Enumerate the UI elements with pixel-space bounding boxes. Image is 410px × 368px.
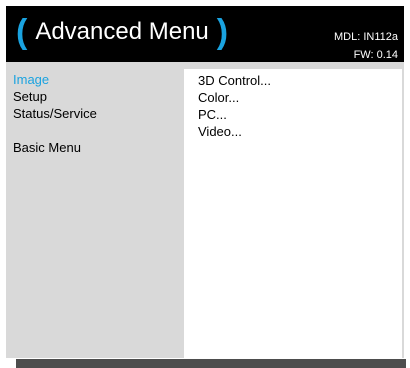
menu-body: Image Setup Status/Service Basic Menu 3D…: [6, 62, 404, 358]
sidebar-item-image[interactable]: Image: [13, 71, 173, 88]
title-paren-left: (: [16, 13, 28, 51]
submenu-item-color[interactable]: Color...: [198, 89, 271, 106]
title-paren-right: ): [216, 13, 229, 51]
menu-drop-shadow: [16, 359, 406, 368]
model-label: MDL: IN112a: [334, 31, 398, 43]
firmware-label: FW: 0.14: [353, 49, 398, 61]
submenu-panel: 3D Control... Color... PC... Video...: [184, 69, 402, 358]
sidebar-menu: Image Setup Status/Service Basic Menu: [13, 71, 173, 156]
sidebar-item-setup[interactable]: Setup: [13, 88, 173, 105]
title-text: Advanced Menu: [35, 18, 209, 45]
submenu-item-3d-control[interactable]: 3D Control...: [198, 72, 271, 89]
submenu-item-video[interactable]: Video...: [198, 123, 271, 140]
osd-menu-window: ( Advanced Menu ) MDL: IN112a FW: 0.14 I…: [6, 6, 404, 358]
sidebar-item-status-service[interactable]: Status/Service: [13, 105, 173, 122]
menu-header: ( Advanced Menu ) MDL: IN112a FW: 0.14: [6, 6, 404, 62]
menu-spacer: [13, 122, 173, 139]
basic-menu-link[interactable]: Basic Menu: [13, 139, 173, 156]
page-title: ( Advanced Menu ): [16, 10, 228, 54]
submenu-list: 3D Control... Color... PC... Video...: [198, 72, 271, 140]
submenu-item-pc[interactable]: PC...: [198, 106, 271, 123]
